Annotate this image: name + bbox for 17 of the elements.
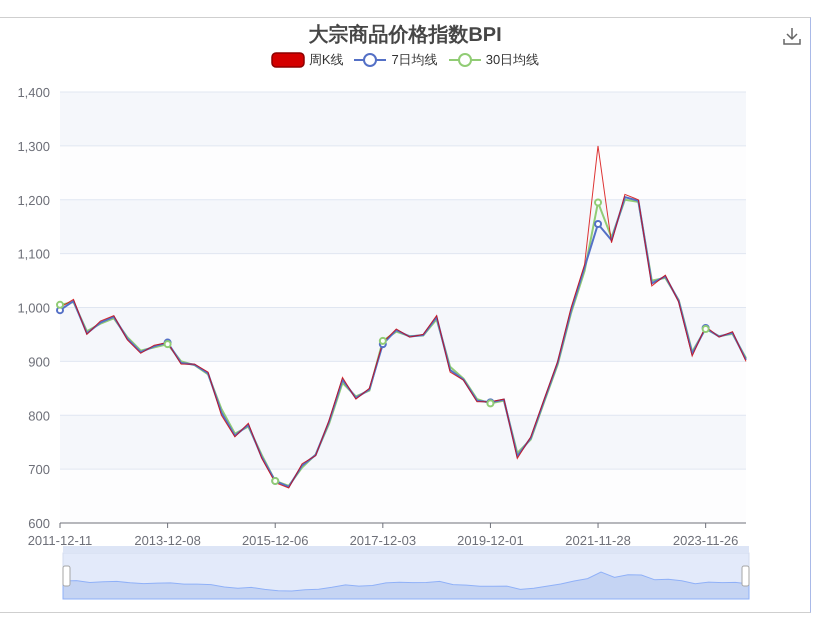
x-tick-label: 2021-11-28 [565,533,631,548]
y-tick-label: 800 [28,408,50,424]
x-tick-label: 2011-12-11 [28,533,92,548]
y-tick-label: 1,300 [17,138,50,154]
x-tick-label: 2015-12-06 [242,533,308,548]
y-tick-label: 1,400 [17,85,50,100]
y-tick-label: 1,100 [17,246,50,262]
x-tick-label: 2017-12-03 [350,533,416,548]
chart-title: 大宗商品价格指数BPI [308,22,502,48]
x-tick-label: 2023-11-26 [672,533,738,548]
y-tick-label: 900 [28,354,50,370]
y-tick-label: 700 [28,462,50,478]
x-tick-label: 2019-12-01 [457,533,524,548]
x-tick-label: 2013-12-08 [134,533,201,548]
y-tick-label: 1,200 [17,192,50,208]
y-tick-label: 1,000 [17,300,50,316]
y-tick-label: 600 [28,516,50,531]
